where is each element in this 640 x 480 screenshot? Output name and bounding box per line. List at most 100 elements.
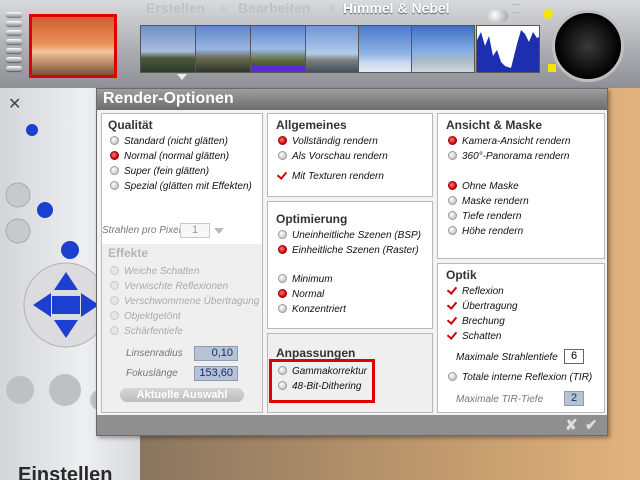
allgemeines-panel: Allgemeines Vollständig rendern Als Vors… [267,113,433,197]
radio-icon [448,211,457,220]
radio-icon [448,196,457,205]
sky-preset-thumbnail[interactable] [411,25,475,73]
option-label: Verwischte Reflexionen [124,281,229,292]
sun-globe-icon[interactable] [552,10,624,82]
checkmark-icon [448,286,457,295]
radio-kamera-ansicht[interactable]: Kamera-Ansicht rendern [448,136,570,148]
radio-icon [278,304,287,313]
optimierung-panel: Optimierung Uneinheitliche Szenen (BSP) … [267,201,433,329]
chevron-down-icon[interactable] [177,74,187,80]
radio-einheitliche-szenen[interactable]: Einheitliche Szenen (Raster) [278,245,419,257]
radio-konzentriert[interactable]: Konzentriert [278,304,346,316]
radio-icon [278,274,287,283]
option-label: Mit Texturen rendern [292,171,384,182]
max-tir-tiefe-field[interactable]: 2 [564,391,584,406]
grip-handle-icon[interactable] [6,39,22,44]
section-title-optimierung: Optimierung [276,212,348,226]
menu-bearbeiten[interactable]: Bearbeiten [238,0,310,16]
radio-uneinheitliche-szenen[interactable]: Uneinheitliche Szenen (BSP) [278,230,421,242]
option-label: Verschwommene Übertragung [124,296,260,307]
option-label: Vollständig rendern [292,136,378,147]
section-title-anpassungen: Anpassungen [276,346,356,360]
stars-icon[interactable]: ˙˙˙ ˙˙˙ [512,4,532,24]
checkmark-icon [448,316,457,325]
grip-handle-icon[interactable] [6,21,22,26]
radio-normal-level[interactable]: Normal [278,289,324,301]
checkbox-brechung[interactable]: Brechung [448,316,505,328]
grip-handle-icon[interactable] [6,57,22,62]
quality-panel: Qualität Standard (nicht glätten) Normal… [101,113,263,413]
option-label: Reflexion [462,286,504,297]
strahlen-pro-pixel-field[interactable]: 1 [180,223,210,238]
radio-verwischte-reflexionen[interactable]: Verwischte Reflexionen [110,281,228,293]
sky-preview-thumbnail[interactable] [29,14,117,78]
dialog-footer: ✘ ✔ [97,415,607,435]
checkmark-icon [448,331,457,340]
radio-super[interactable]: Super (fein glätten) [110,166,209,178]
fokuslaenge-field[interactable]: 153,60 [194,366,238,381]
menu-himmel-nebel[interactable]: Himmel & Nebel [343,0,450,16]
option-label: Als Vorschau rendern [292,151,388,162]
radio-schaerfentiefe[interactable]: Schärfentiefe [110,326,183,338]
option-label: Normal [292,289,325,300]
radio-objektgetoent[interactable]: Objektgetönt [110,311,181,323]
radio-tiefe-rendern[interactable]: Tiefe rendern [448,211,521,223]
radio-weiche-schatten[interactable]: Weiche Schatten [110,266,199,278]
panel-title-einstellen: Einstellen [18,464,113,480]
option-label: Schärfentiefe [124,326,183,337]
checkbox-uebertragung[interactable]: Übertragung [448,301,518,313]
radio-icon [110,311,119,320]
option-label: Schatten [462,331,502,342]
section-title-optik: Optik [446,268,477,282]
radio-standard[interactable]: Standard (nicht glätten) [110,136,228,148]
ok-icon[interactable]: ✔ [585,416,598,434]
checkbox-schatten[interactable]: Schatten [448,331,501,343]
radio-ohne-maske[interactable]: Ohne Maske [448,181,519,193]
effects-subpanel: Effekte Weiche Schatten Verwischte Refle… [102,244,262,412]
radio-hoehe-rendern[interactable]: Höhe rendern [448,226,523,238]
radio-panorama[interactable]: 360°-Panorama rendern [448,151,569,163]
radio-normal[interactable]: Normal (normal glätten) [110,151,229,163]
aktuelle-auswahl-button[interactable]: Aktuelle Auswahl [120,388,244,402]
radio-vorschau-rendern[interactable]: Als Vorschau rendern [278,151,388,163]
grip-handle-icon[interactable] [6,30,22,35]
label-fokuslaenge: Fokuslänge [126,368,178,379]
radio-maske-rendern[interactable]: Maske rendern [448,196,529,208]
grip-handle-icon[interactable] [6,48,22,53]
grip-handle-icon[interactable] [6,66,22,71]
linsenradius-field[interactable]: 0,10 [194,346,238,361]
menu-arrow-icon [221,4,227,14]
radio-vollstaendig-rendern[interactable]: Vollständig rendern [278,136,378,148]
label-max-strahlentiefe: Maximale Strahlentiefe [456,352,558,363]
cloud-icon[interactable] [486,10,508,22]
radio-selected-icon [448,136,457,145]
checkbox-mit-texturen[interactable]: Mit Texturen rendern [278,171,384,183]
grip-handle-icon[interactable] [6,12,22,17]
option-label: Spezial (glätten mit Effekten) [124,181,252,192]
label-strahlen-pro-pixel: Strahlen pro Pixel [102,225,181,236]
radio-tir[interactable]: Totale interne Reflexion (TIR) [448,372,592,384]
checkmark-icon [448,301,457,310]
radio-icon [110,166,119,175]
menu-erstellen[interactable]: Erstellen [146,0,205,16]
highlight-box [269,359,375,403]
option-label: Minimum [292,274,333,285]
cancel-icon[interactable]: ✘ [565,416,578,434]
max-strahlentiefe-field[interactable]: 6 [564,349,584,364]
option-label: Totale interne Reflexion (TIR) [462,372,593,383]
option-label: Uneinheitliche Szenen (BSP) [292,230,421,241]
checkbox-reflexion[interactable]: Reflexion [448,286,504,298]
radio-spezial[interactable]: Spezial (glätten mit Effekten) [110,181,252,193]
render-options-dialog: Render-Optionen Qualität Standard (nicht… [96,88,608,436]
chevron-down-icon[interactable] [214,228,224,234]
option-label: Ohne Maske [462,181,519,192]
dialog-titlebar[interactable]: Render-Optionen [97,89,607,110]
radio-minimum[interactable]: Minimum [278,274,333,286]
section-title-qualitaet: Qualität [108,118,153,132]
radio-verschwommene-uebertragung[interactable]: Verschwommene Übertragung [110,296,259,308]
section-title-allgemeines: Allgemeines [276,118,347,132]
option-label: Konzentriert [292,304,346,315]
sun-position-icon[interactable] [543,9,553,19]
option-label: Höhe rendern [462,226,524,237]
option-label: Maske rendern [462,196,529,207]
